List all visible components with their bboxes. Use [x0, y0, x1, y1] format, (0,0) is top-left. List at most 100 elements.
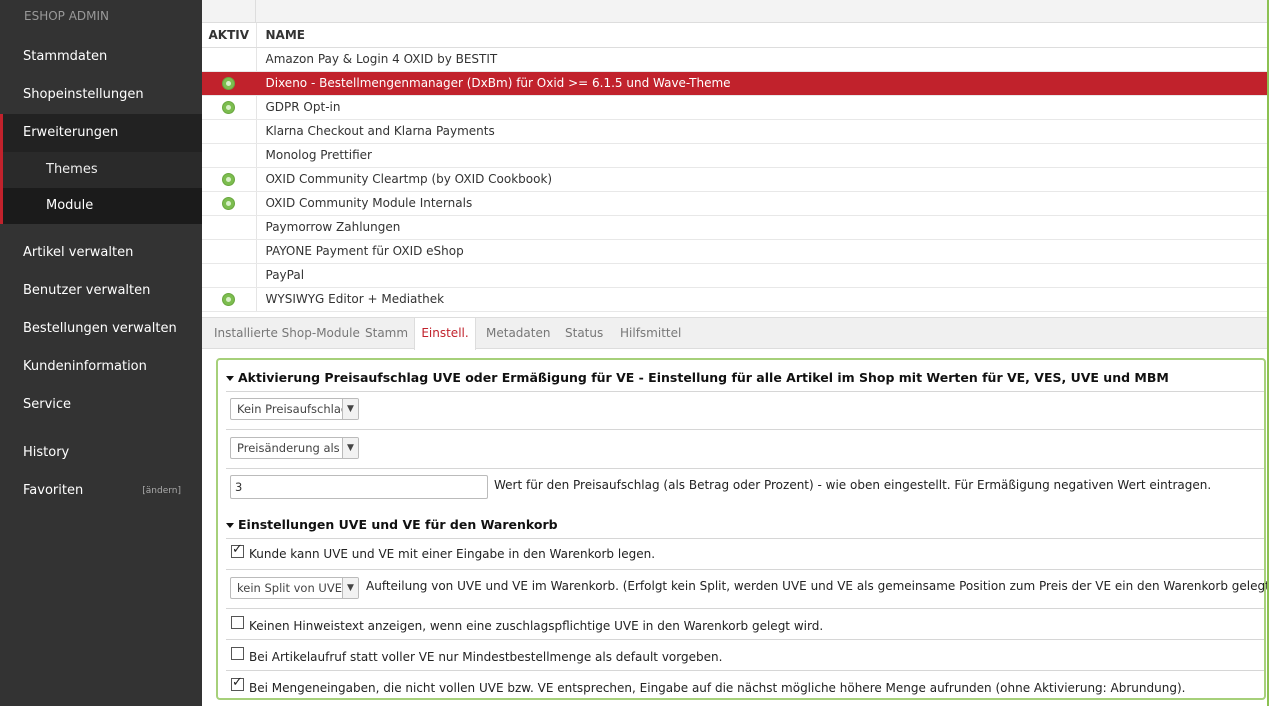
group-warenkorb-title[interactable]: Einstellungen UVE und VE für den Warenko…: [226, 517, 558, 532]
active-status-icon: [222, 77, 236, 90]
module-name-cell[interactable]: GDPR Opt-in: [256, 95, 1269, 120]
tab-hilfsmittel[interactable]: Hilfsmittel: [620, 318, 681, 349]
module-name-cell[interactable]: Monolog Prettifier: [256, 143, 1269, 168]
sidebar-item-stammdaten[interactable]: Stammdaten: [0, 44, 202, 70]
main-content: AKTIV NAME Amazon Pay & Login 4 OXID by …: [202, 0, 1269, 706]
group-warenkorb-label: Einstellungen UVE und VE für den Warenko…: [238, 517, 558, 532]
tab-einstell[interactable]: Einstell.: [414, 318, 476, 350]
active-status-icon: [222, 173, 236, 186]
tab-status[interactable]: Status: [565, 318, 603, 349]
active-cell: [202, 167, 257, 192]
collapse-triangle-icon: [226, 523, 234, 528]
table-row[interactable]: Amazon Pay & Login 4 OXID by BESTIT: [202, 47, 1269, 72]
module-name-cell[interactable]: OXID Community Module Internals: [256, 191, 1269, 216]
active-status-icon: [222, 197, 236, 210]
active-cell: [202, 191, 257, 216]
sidebar-subitem-module[interactable]: Module: [0, 188, 202, 224]
module-name-cell[interactable]: Dixeno - Bestellmengenmanager (DxBm) für…: [256, 71, 1269, 96]
aufrunden-label: Bei Mengeneingaben, die nicht vollen UVE…: [249, 681, 1186, 695]
table-row[interactable]: OXID Community Cleartmp (by OXID Cookboo…: [202, 167, 1269, 192]
preisaufschlag-select[interactable]: Kein Preisaufschlag ▼: [230, 398, 359, 420]
preisaenderung-select[interactable]: Preisänderung als Betrag ▼: [230, 437, 359, 459]
uve-ve-eingabe-label: Kunde kann UVE und VE mit einer Eingabe …: [249, 547, 656, 561]
module-name-cell[interactable]: Paymorrow Zahlungen: [256, 215, 1269, 240]
sidebar-item-kundeninformation[interactable]: Kundeninformation: [0, 354, 202, 380]
module-name-cell[interactable]: Klarna Checkout and Klarna Payments: [256, 119, 1269, 144]
active-cell: [202, 143, 257, 168]
split-select-value: kein Split von UVE: [237, 581, 342, 595]
table-row[interactable]: PayPal: [202, 263, 1269, 288]
group-preisaufschlag-label: Aktivierung Preisaufschlag UVE oder Ermä…: [238, 370, 1169, 385]
split-select[interactable]: kein Split von UVE ▼: [230, 577, 359, 599]
sidebar-item-bestellungen[interactable]: Bestellungen verwalten: [0, 316, 202, 342]
collapse-triangle-icon: [226, 376, 234, 381]
module-name-cell[interactable]: PayPal: [256, 263, 1269, 288]
active-cell: [202, 263, 257, 288]
active-cell: [202, 239, 257, 264]
divider: [226, 569, 1264, 570]
tab-metadaten[interactable]: Metadaten: [486, 318, 550, 349]
table-header-row: AKTIV NAME: [202, 23, 1269, 48]
divider: [226, 468, 1264, 469]
top-toolbar: [202, 0, 1269, 23]
active-status-icon: [222, 293, 236, 306]
preisaufschlag-select-value: Kein Preisaufschlag: [237, 402, 349, 416]
table-row[interactable]: OXID Community Module Internals: [202, 191, 1269, 216]
settings-panel: Aktivierung Preisaufschlag UVE oder Ermä…: [216, 358, 1269, 700]
divider: [226, 391, 1264, 392]
sidebar-item-shopeinstellungen[interactable]: Shopeinstellungen: [0, 82, 202, 108]
sidebar-item-erweiterungen[interactable]: Erweiterungen: [0, 114, 202, 152]
modules-table: AKTIV NAME Amazon Pay & Login 4 OXID by …: [202, 23, 1269, 312]
aufrunden-checkbox[interactable]: [231, 675, 244, 691]
divider: [226, 608, 1264, 609]
sidebar-item-favoriten[interactable]: Favoriten [ändern]: [0, 478, 202, 504]
detail-tabs: Installierte Shop-Module Stamm Einstell.…: [202, 317, 1269, 350]
column-header-name[interactable]: NAME: [256, 23, 1269, 48]
mindestbestellmenge-checkbox[interactable]: [231, 647, 244, 660]
hinweistext-label: Keinen Hinweistext anzeigen, wenn eine z…: [249, 619, 824, 633]
sidebar-item-history[interactable]: History: [0, 440, 202, 466]
mindestbestellmenge-label: Bei Artikelaufruf statt voller VE nur Mi…: [249, 650, 723, 664]
table-row[interactable]: Klarna Checkout and Klarna Payments: [202, 119, 1269, 144]
sidebar-subitem-themes[interactable]: Themes: [0, 152, 202, 188]
active-cell: [202, 71, 257, 96]
sidebar-item-favoriten-label: Favoriten: [23, 483, 84, 498]
divider: [226, 429, 1264, 430]
sidebar: ESHOP ADMIN Stammdaten Shopeinstellungen…: [0, 0, 202, 706]
preisaufschlag-value-label: Wert für den Preisaufschlag (als Betrag …: [494, 478, 1212, 492]
hinweistext-checkbox[interactable]: [231, 616, 244, 629]
divider: [226, 538, 1264, 539]
table-row[interactable]: Paymorrow Zahlungen: [202, 215, 1269, 240]
split-select-label: Aufteilung von UVE und VE im Warenkorb. …: [366, 579, 1269, 593]
active-cell: [202, 47, 257, 72]
table-row[interactable]: Dixeno - Bestellmengenmanager (DxBm) für…: [202, 71, 1269, 96]
table-row[interactable]: WYSIWYG Editor + Mediathek: [202, 287, 1269, 312]
tab-stamm[interactable]: Stamm: [365, 318, 408, 349]
active-cell: [202, 215, 257, 240]
sidebar-item-artikel[interactable]: Artikel verwalten: [0, 240, 202, 266]
table-row[interactable]: PAYONE Payment für OXID eShop: [202, 239, 1269, 264]
chevron-down-icon: ▼: [342, 578, 358, 598]
active-cell: [202, 119, 257, 144]
favorites-edit-link[interactable]: [ändern]: [142, 478, 181, 504]
tab-installierte-shop-module[interactable]: Installierte Shop-Module: [214, 318, 360, 349]
sidebar-item-benutzer[interactable]: Benutzer verwalten: [0, 278, 202, 304]
column-header-active[interactable]: AKTIV: [202, 23, 257, 48]
uve-ve-eingabe-checkbox[interactable]: [231, 542, 244, 558]
module-name-cell[interactable]: OXID Community Cleartmp (by OXID Cookboo…: [256, 167, 1269, 192]
module-name-cell[interactable]: WYSIWYG Editor + Mediathek: [256, 287, 1269, 312]
preisaufschlag-value-input[interactable]: 3: [230, 475, 488, 499]
chevron-down-icon: ▼: [342, 399, 358, 419]
active-status-icon: [222, 101, 236, 114]
group-preisaufschlag-title[interactable]: Aktivierung Preisaufschlag UVE oder Ermä…: [226, 370, 1169, 385]
divider: [226, 670, 1264, 671]
module-name-cell[interactable]: PAYONE Payment für OXID eShop: [256, 239, 1269, 264]
divider: [226, 639, 1264, 640]
module-name-cell[interactable]: Amazon Pay & Login 4 OXID by BESTIT: [256, 47, 1269, 72]
table-row[interactable]: Monolog Prettifier: [202, 143, 1269, 168]
table-row[interactable]: GDPR Opt-in: [202, 95, 1269, 120]
preisaenderung-select-value: Preisänderung als Betrag: [237, 441, 358, 455]
chevron-down-icon: ▼: [342, 438, 358, 458]
active-cell: [202, 287, 257, 312]
sidebar-item-service[interactable]: Service: [0, 392, 202, 418]
